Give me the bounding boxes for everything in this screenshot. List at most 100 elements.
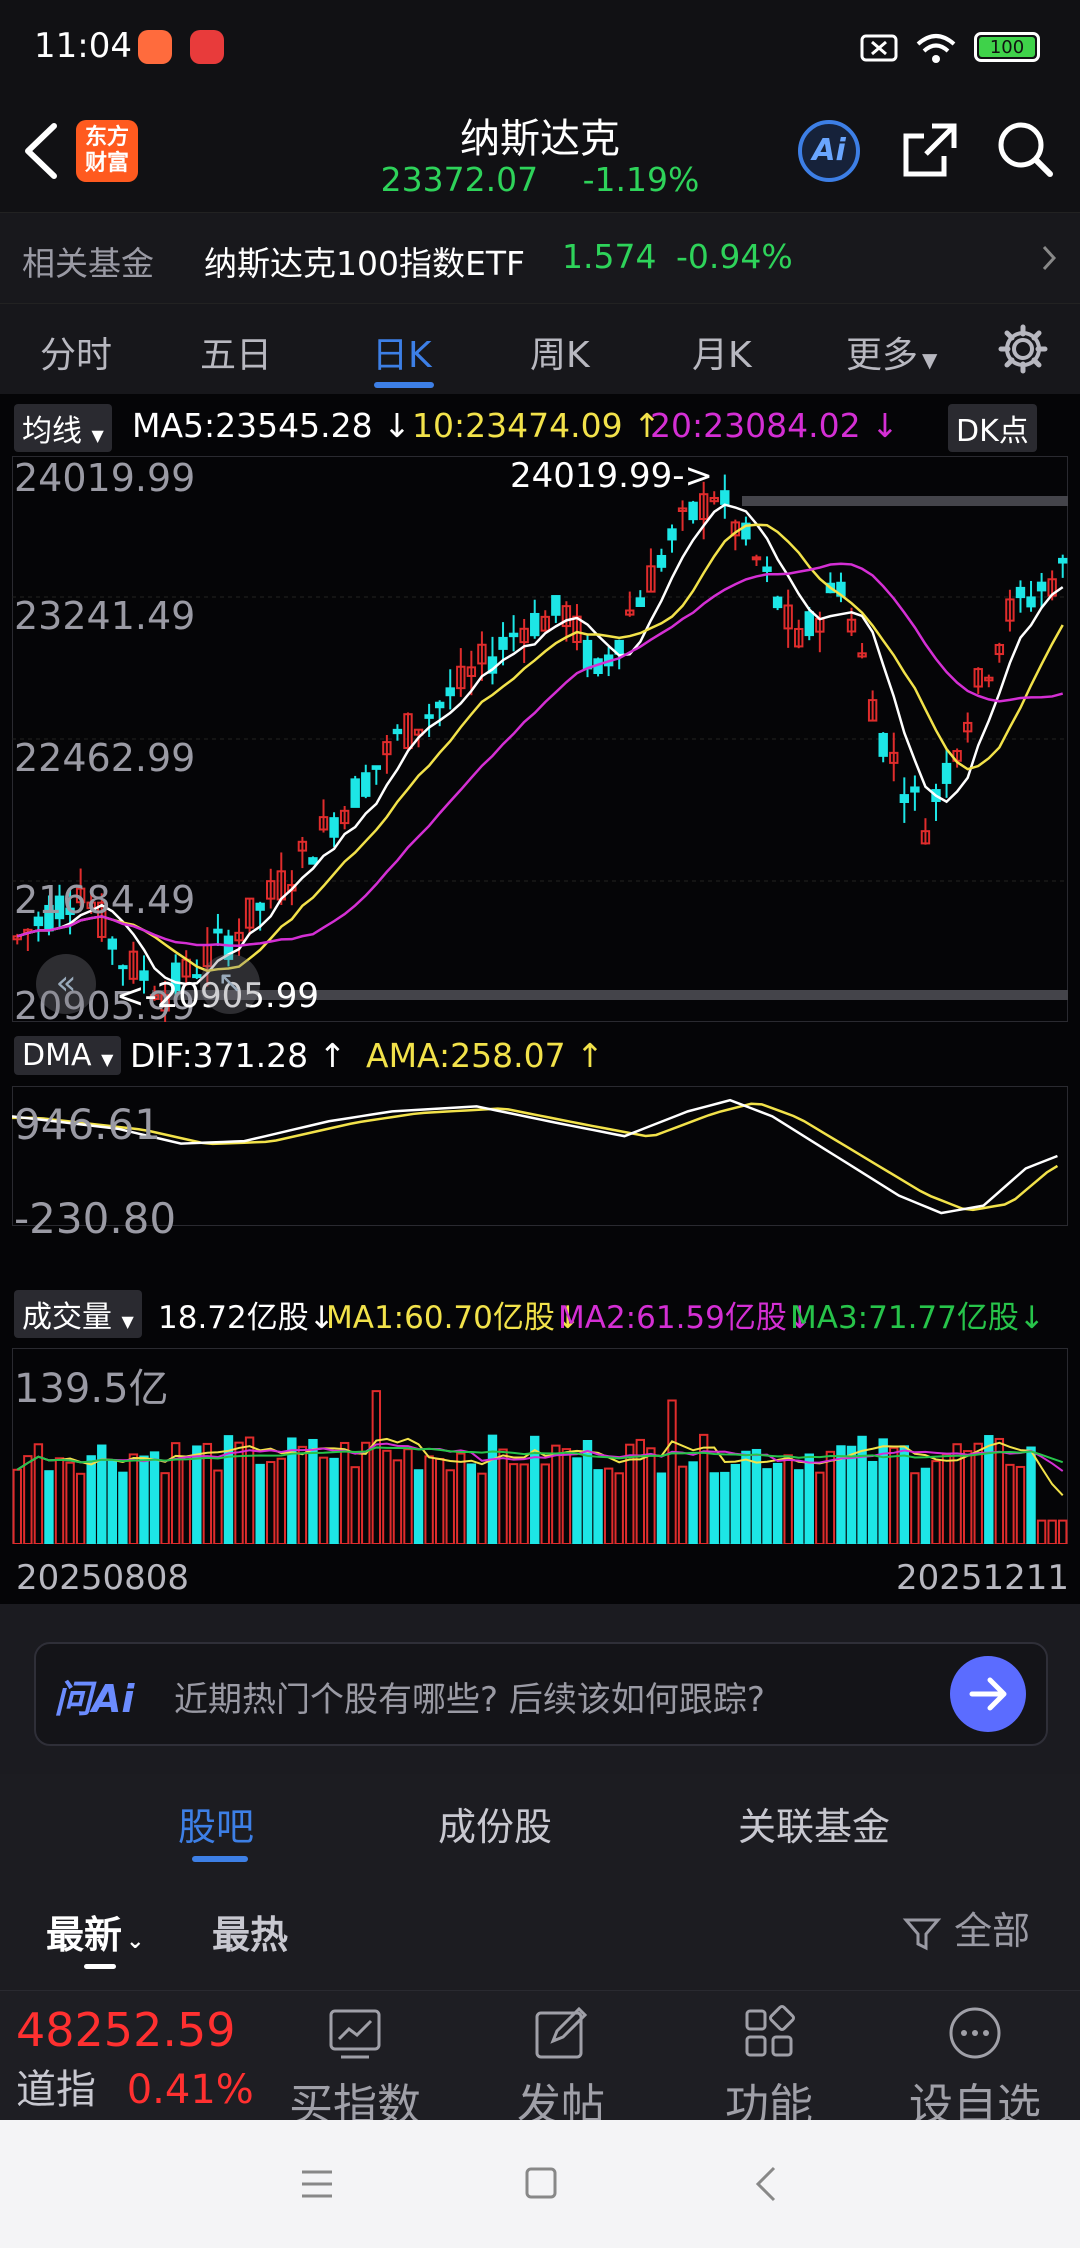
ai-button[interactable]: Ai — [798, 120, 860, 182]
candle-body — [941, 762, 952, 784]
volume-bar — [234, 1441, 244, 1544]
volume-bar — [276, 1457, 286, 1544]
candle-body — [1058, 557, 1068, 564]
volume-bar — [973, 1442, 983, 1544]
ask-ai-bar: 问Ai 近期热门个股有哪些? 后续该如何跟踪? — [0, 1604, 1080, 1774]
kline-chart-area[interactable]: 均线 ▼ MA5:23545.28 ↓ 10:23474.09 ↑ 20:230… — [0, 394, 1080, 1604]
fund-name[interactable]: 纳斯达克100指数ETF — [204, 237, 525, 285]
ma20-text: 20:23084.02 — [650, 406, 861, 445]
ama-text: AMA:258.07 — [366, 1036, 566, 1075]
volume-bar — [730, 1463, 741, 1544]
bottom-toolbar: 48252.59 道指 0.41% 买指数 发帖 功能 设自选 — [0, 1990, 1080, 2131]
volume-bar — [361, 1441, 371, 1544]
dk-button[interactable]: DK点 — [948, 404, 1037, 452]
chart-icon — [329, 2009, 381, 2059]
volume-bar — [128, 1453, 139, 1544]
sim-icon — [860, 34, 898, 62]
tab-related-funds[interactable]: 关联基金 — [738, 1796, 890, 1851]
volume-bar — [371, 1390, 382, 1544]
tab-constituents[interactable]: 成份股 — [438, 1796, 552, 1851]
volume-bar — [836, 1445, 846, 1544]
ask-ai-input[interactable]: 问Ai 近期热门个股有哪些? 后续该如何跟踪? — [34, 1642, 1048, 1746]
tab-five-day[interactable]: 五日 — [200, 326, 272, 378]
ma-selector[interactable]: 均线 ▼ — [14, 404, 112, 452]
buy-index-button[interactable]: 买指数 — [280, 2005, 430, 2133]
back-nav-icon[interactable] — [754, 2164, 778, 2204]
price-axis-label: 24019.99 — [14, 456, 196, 500]
filter-latest[interactable]: 最新 ⌄ — [46, 1904, 144, 1959]
volume-selector[interactable]: 成交量 ▼ — [14, 1290, 142, 1338]
tab-weekly-k[interactable]: 周K — [530, 326, 590, 378]
tab-indicator — [192, 1856, 248, 1862]
volume-bar — [941, 1453, 952, 1544]
volume-bar — [561, 1448, 572, 1544]
settings-gear-icon[interactable] — [998, 324, 1048, 374]
volume-bar — [889, 1446, 899, 1544]
dma-selector[interactable]: DMA ▼ — [14, 1034, 122, 1075]
functions-button[interactable]: 功能 — [694, 2005, 844, 2133]
ma20-value: 20:23084.02 ↓ — [650, 406, 899, 445]
candle-body — [392, 728, 403, 735]
candle-body — [308, 857, 318, 865]
vol-ma1: MA1:60.70亿股↓ — [326, 1300, 581, 1336]
related-fund-label: 相关基金 — [22, 244, 154, 283]
volume-bar — [339, 1441, 350, 1544]
volume-bar — [413, 1469, 424, 1544]
period-tabs: 分时 五日 日K 周K 月K 更多 ▼ — [0, 304, 1080, 394]
search-icon[interactable] — [994, 118, 1056, 180]
volume-bar — [350, 1466, 360, 1544]
volume-bar — [434, 1457, 445, 1544]
volume-chart[interactable] — [12, 1348, 1068, 1544]
candle-body — [371, 765, 382, 770]
tab-guba[interactable]: 股吧 — [178, 1796, 254, 1851]
volume-bar — [677, 1465, 688, 1544]
menu-icon[interactable] — [300, 2168, 334, 2200]
post-button[interactable]: 发帖 — [486, 2005, 636, 2133]
status-bar: 11:04 100 — [0, 0, 1080, 92]
filter-all[interactable]: 全部 — [902, 1900, 1030, 1955]
candle-body — [772, 596, 783, 609]
volume-bar — [603, 1467, 614, 1544]
volume-bar — [551, 1444, 561, 1544]
volume-bar — [23, 1455, 33, 1544]
tab-more[interactable]: 更多 ▼ — [846, 326, 937, 378]
date-start-label: 20250808 — [16, 1558, 190, 1598]
candle-body — [899, 794, 910, 803]
volume-bar — [825, 1450, 836, 1544]
share-icon[interactable] — [900, 120, 960, 180]
candle-body — [582, 639, 593, 670]
candle-body — [255, 902, 265, 911]
ask-ai-brand: 问Ai — [54, 1677, 135, 1721]
ticker-dow[interactable]: 48252.59 道指 0.41% — [16, 2003, 254, 2115]
app-notification-icon — [190, 30, 224, 64]
app-notification-icon — [138, 30, 172, 64]
reset-view-button[interactable]: ↖ — [200, 954, 260, 1014]
filter-hot[interactable]: 最热 — [212, 1904, 288, 1959]
add-watchlist-button[interactable]: 设自选 — [900, 2005, 1050, 2133]
home-icon[interactable] — [524, 2166, 558, 2200]
ma5-value: MA5:23545.28 ↓ — [132, 406, 411, 445]
volume-bar — [741, 1450, 751, 1544]
volume-bar — [456, 1452, 466, 1544]
volume-bar — [139, 1455, 149, 1544]
tab-daily-k[interactable]: 日K — [372, 326, 432, 378]
candle-body — [434, 701, 445, 709]
ask-ai-send-button[interactable] — [950, 1656, 1026, 1732]
volume-bar — [1036, 1519, 1047, 1544]
related-fund-row[interactable]: 相关基金 纳斯达克100指数ETF 1.574 -0.94% — [0, 212, 1080, 304]
tab-intraday[interactable]: 分时 — [40, 326, 112, 378]
candle-body — [688, 501, 698, 521]
volume-bar — [910, 1472, 920, 1544]
tab-monthly-k[interactable]: 月K — [692, 326, 752, 378]
volume-bar — [181, 1456, 191, 1544]
ma5-text: MA5:23545.28 — [132, 406, 373, 445]
volume-bar — [54, 1457, 65, 1544]
arrow-down-icon: ↓ — [383, 406, 411, 445]
volume-bar — [255, 1463, 265, 1544]
volume-bar — [899, 1445, 910, 1544]
candle-body — [551, 595, 561, 616]
candle-body — [1026, 596, 1036, 608]
scroll-left-button[interactable]: « — [36, 954, 96, 1014]
price-axis-label: 21684.49 — [14, 878, 196, 922]
candle-body — [804, 611, 814, 637]
